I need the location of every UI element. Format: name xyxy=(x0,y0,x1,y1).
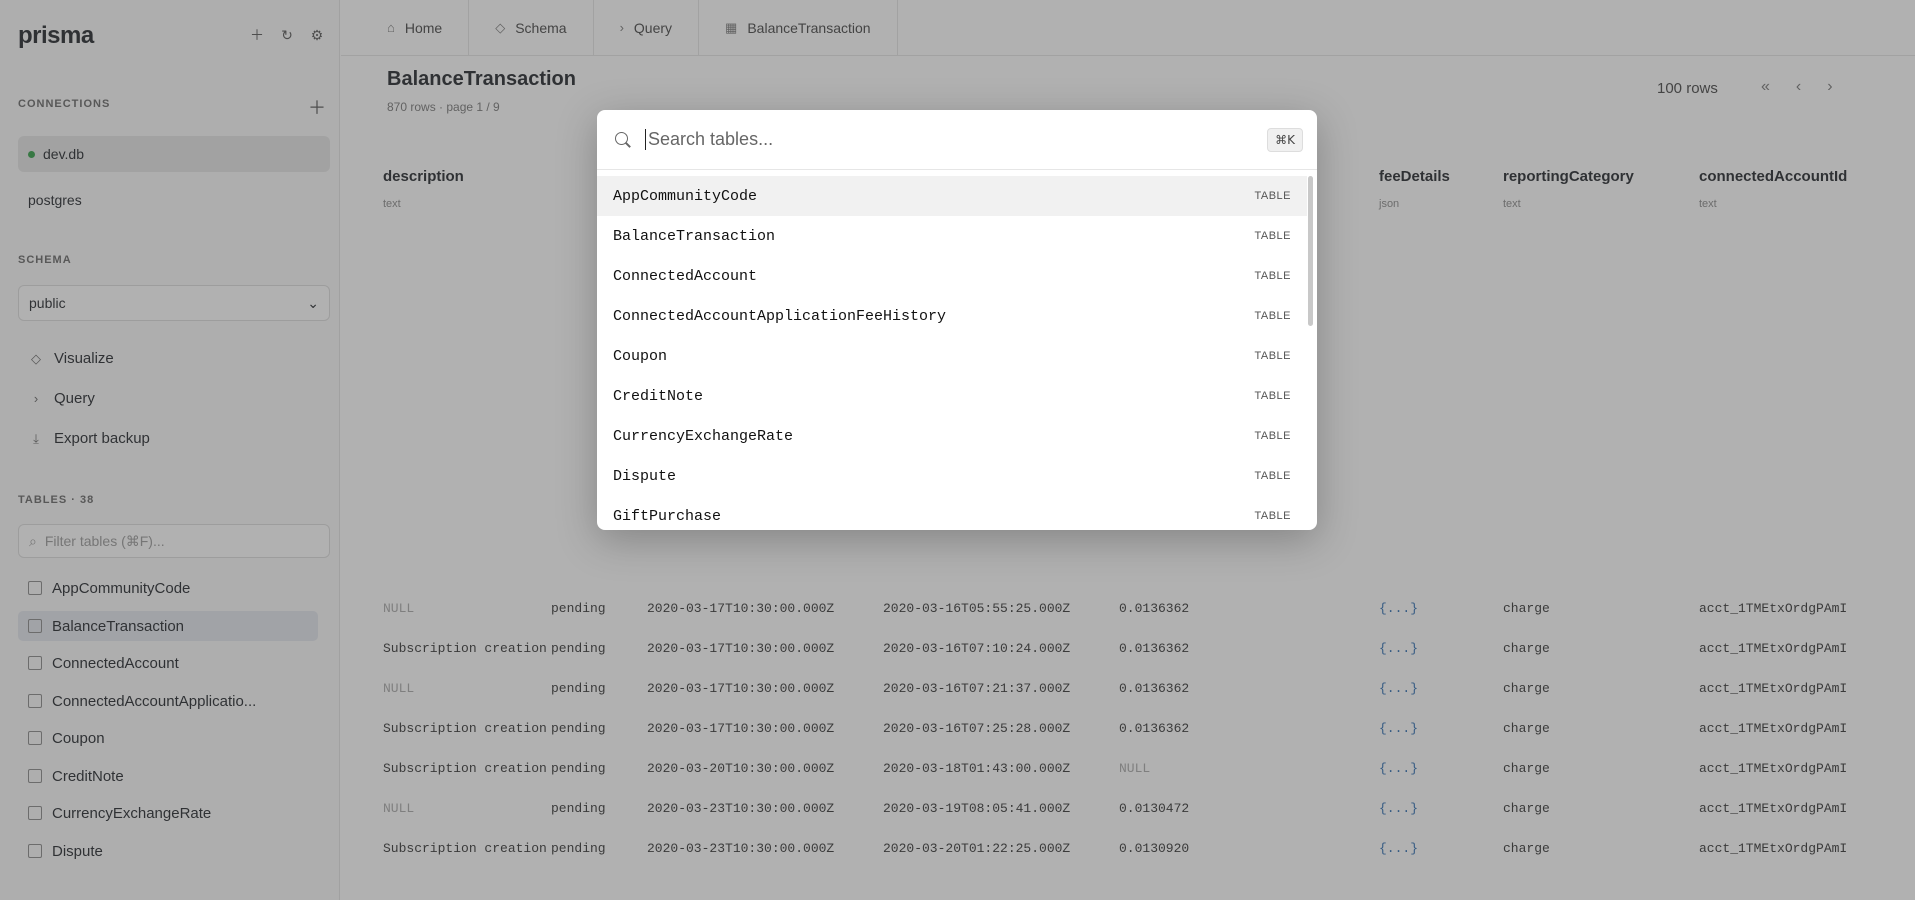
list-item[interactable]: CurrencyExchangeRate TABLE xyxy=(597,416,1307,456)
item-name: AppCommunityCode xyxy=(613,187,758,205)
item-name: Coupon xyxy=(613,347,668,365)
shortcut-badge: ⌘K xyxy=(1267,127,1303,152)
item-kind: TABLE xyxy=(1254,230,1291,242)
item-kind: TABLE xyxy=(1254,310,1291,322)
item-name: Dispute xyxy=(613,467,677,485)
item-name: ConnectedAccountApplicationFeeHistory xyxy=(613,307,947,325)
list-item[interactable]: GiftPurchase TABLE xyxy=(597,496,1307,530)
list-item[interactable]: AppCommunityCode TABLE xyxy=(597,176,1307,216)
list-item[interactable]: BalanceTransaction TABLE xyxy=(597,216,1307,256)
item-name: BalanceTransaction xyxy=(613,227,776,245)
item-kind: TABLE xyxy=(1254,350,1291,362)
search-icon xyxy=(613,130,633,150)
list-item[interactable]: ConnectedAccountApplicationFeeHistory TAB… xyxy=(597,296,1307,336)
table-result-list: AppCommunityCode TABLE BalanceTransaction… xyxy=(597,176,1307,530)
item-name: GiftPurchase xyxy=(613,507,722,525)
item-kind: TABLE xyxy=(1254,390,1291,402)
item-kind: TABLE xyxy=(1254,510,1291,522)
table-search-dialog: ⌘K AppCommunityCode TABLE BalanceTransact… xyxy=(597,110,1317,530)
search-input[interactable] xyxy=(645,129,1268,150)
item-kind: TABLE xyxy=(1254,430,1291,442)
item-name: CurrencyExchangeRate xyxy=(613,427,794,445)
list-item[interactable]: ConnectedAccount TABLE xyxy=(597,256,1307,296)
item-name: CreditNote xyxy=(613,387,704,405)
search-row: ⌘K xyxy=(597,110,1317,170)
item-name: ConnectedAccount xyxy=(613,267,758,285)
list-scrollbar[interactable] xyxy=(1308,176,1313,326)
item-kind: TABLE xyxy=(1254,470,1291,482)
item-kind: TABLE xyxy=(1254,190,1291,202)
list-item[interactable]: Coupon TABLE xyxy=(597,336,1307,376)
list-item[interactable]: Dispute TABLE xyxy=(597,456,1307,496)
list-item[interactable]: CreditNote TABLE xyxy=(597,376,1307,416)
item-kind: TABLE xyxy=(1254,270,1291,282)
